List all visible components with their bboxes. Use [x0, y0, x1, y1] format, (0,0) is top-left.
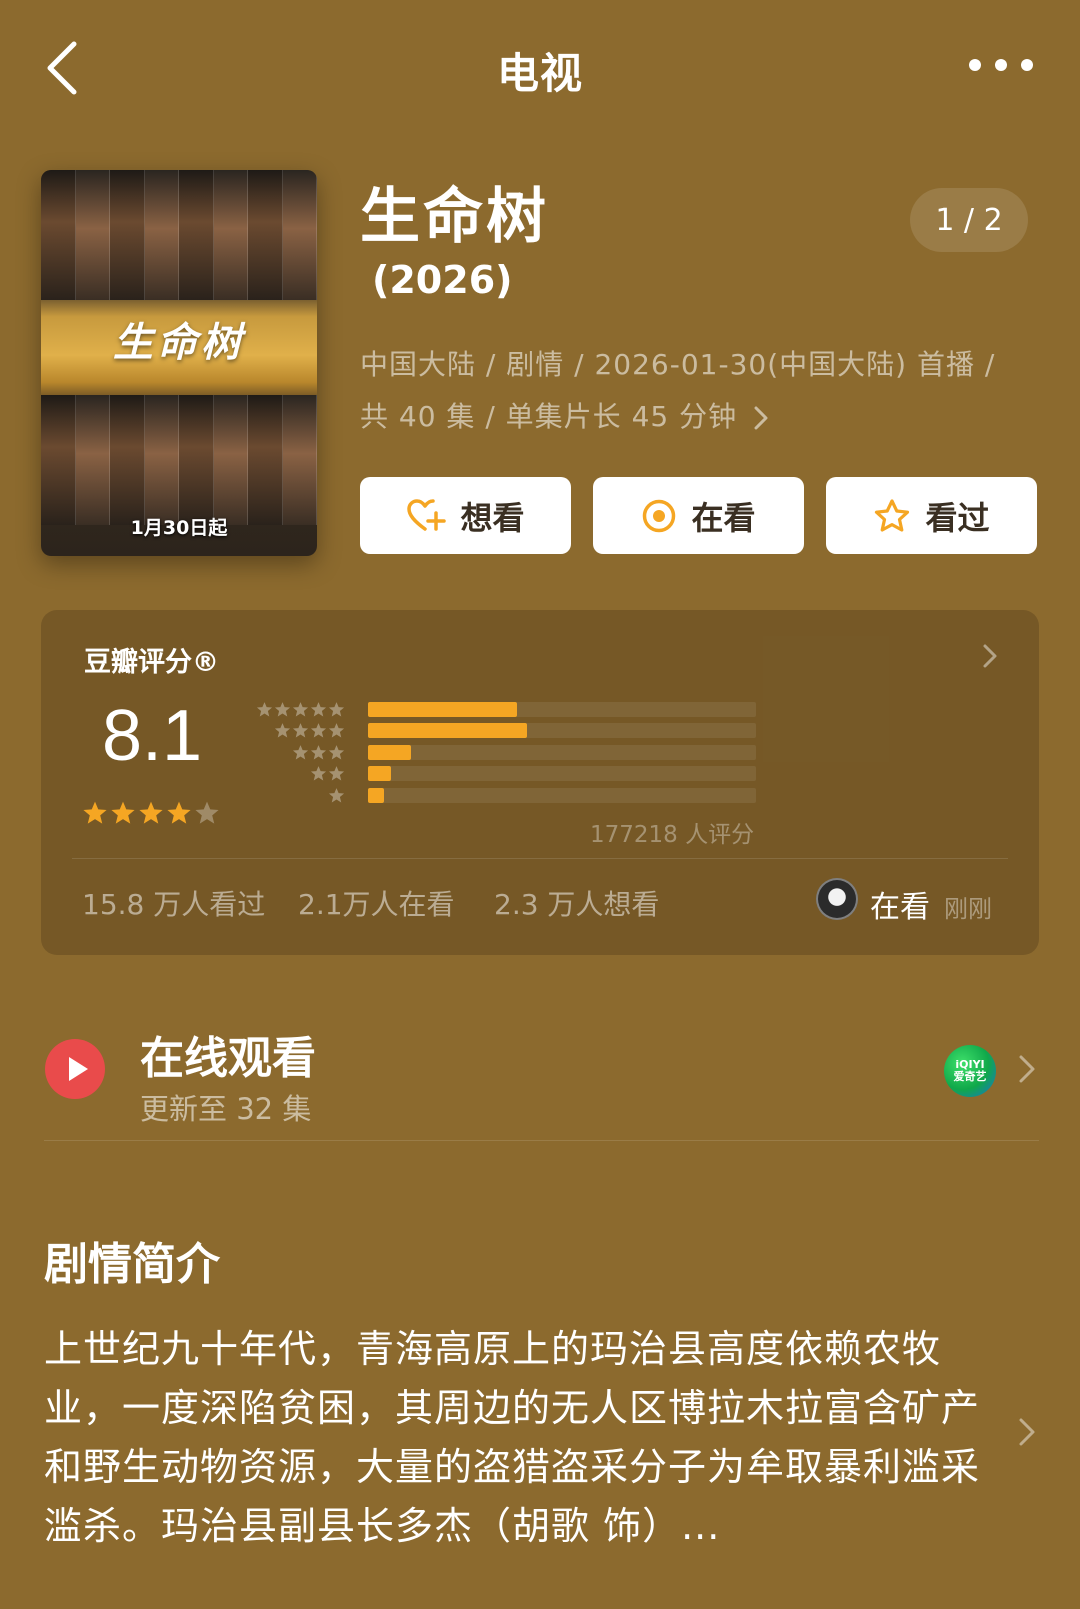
rating-stars	[82, 800, 220, 826]
small-star-icon	[310, 766, 327, 781]
small-star-icon	[310, 744, 327, 759]
stat-want[interactable]: 2.3 万人想看	[494, 883, 659, 923]
show-meta-line-1[interactable]: 中国大陆 / 剧情 / 2026-01-30(中国大陆) 首播 /	[360, 343, 995, 383]
rating-bar-row-4	[258, 722, 758, 740]
filled-star-icon	[83, 801, 107, 824]
small-star-icon	[328, 766, 345, 781]
section-divider	[44, 1140, 1039, 1141]
chevron-right-icon[interactable]	[982, 643, 998, 669]
friend-avatar[interactable]	[816, 878, 858, 920]
card-divider	[72, 858, 1008, 859]
watched-button[interactable]: 看过	[826, 477, 1037, 554]
show-year: (2026)	[372, 258, 513, 302]
poster-title: 生命树	[113, 319, 245, 366]
play-icon[interactable]	[44, 1038, 106, 1100]
rating-bar-track	[368, 787, 756, 803]
small-star-icon	[328, 723, 345, 738]
rating-bar-track	[368, 744, 756, 760]
stat-watched[interactable]: 15.8 万人看过	[82, 883, 265, 923]
filled-star-icon	[167, 801, 191, 824]
empty-star-icon	[195, 801, 219, 824]
bar-stars	[256, 701, 345, 718]
small-star-icon	[328, 787, 345, 802]
poster-pager-badge[interactable]: 1 / 2	[910, 188, 1028, 252]
rating-bar-track	[368, 766, 756, 781]
rating-bar-track	[368, 701, 756, 717]
poster-cast-top	[41, 170, 317, 300]
rating-score: 8.1	[102, 696, 203, 776]
friend-time: 刚刚	[944, 895, 992, 923]
bar-stars	[274, 722, 345, 739]
rating-bar-track	[368, 723, 756, 738]
small-star-icon	[292, 744, 309, 759]
rating-label: 豆瓣评分®	[84, 647, 219, 678]
filled-star-icon	[139, 801, 163, 824]
small-star-icon	[310, 723, 327, 738]
poster-date: 1月30日起	[130, 517, 228, 539]
want-to-watch-button[interactable]: 想看	[360, 477, 571, 554]
poster-cast-bottom	[41, 395, 317, 525]
bar-stars	[328, 787, 345, 804]
synopsis-text[interactable]: 上世纪九十年代，青海高原上的玛治县高度依赖农牧业，一度深陷贫困，其周边的无人区博…	[44, 1320, 994, 1556]
watched-label: 看过	[925, 498, 990, 537]
heart-plus-icon	[407, 498, 447, 531]
iqiyi-logo-cn: 爱奇艺	[953, 1070, 987, 1083]
synopsis-heading: 剧情简介	[44, 1239, 220, 1290]
show-meta-line-2[interactable]: 共 40 集 / 单集片长 45 分钟	[360, 395, 769, 435]
small-star-icon	[328, 744, 345, 759]
rating-bar-row-5	[256, 700, 758, 718]
rating-bar-fill	[368, 744, 411, 760]
rating-bar-fill	[368, 701, 518, 717]
want-to-watch-label: 想看	[460, 498, 525, 537]
rating-bar-row-1	[258, 786, 758, 804]
chevron-right-icon[interactable]	[1018, 1417, 1036, 1447]
rating-bar-fill	[368, 787, 384, 803]
show-poster[interactable]: 生命树 1月30日起	[41, 170, 317, 556]
small-star-icon	[256, 701, 273, 716]
chevron-right-icon	[754, 406, 768, 430]
rating-bar-row-3	[258, 743, 758, 761]
vote-count: 177218 人评分	[590, 822, 755, 848]
iqiyi-logo-icon[interactable]: iQIYI 爱奇艺	[944, 1045, 996, 1097]
rating-bar-fill	[368, 766, 392, 781]
star-outline-icon	[875, 498, 910, 532]
friend-status: 在看	[870, 890, 930, 925]
watch-online-subtitle: 更新至 32 集	[140, 1092, 312, 1126]
watching-button[interactable]: 在看	[593, 477, 804, 554]
small-star-icon	[310, 701, 327, 716]
filled-star-icon	[111, 801, 135, 824]
small-star-icon	[292, 723, 309, 738]
watch-online-title[interactable]: 在线观看	[140, 1022, 316, 1086]
rating-bar-row-2	[258, 765, 758, 783]
rating-bar-fill	[368, 723, 528, 738]
show-title: 生命树	[360, 182, 549, 252]
small-star-icon	[274, 723, 291, 738]
show-meta-text: 共 40 集 / 单集片长 45 分钟	[360, 400, 738, 433]
chevron-right-icon[interactable]	[1018, 1054, 1036, 1084]
more-horizontal-icon[interactable]	[965, 50, 1037, 80]
stat-watching[interactable]: 2.1万人在看	[298, 883, 455, 923]
target-circle-icon	[643, 499, 676, 532]
small-star-icon	[292, 701, 309, 716]
page-title: 电视	[496, 49, 583, 98]
watching-label: 在看	[691, 498, 756, 537]
bar-stars	[310, 765, 345, 782]
small-star-icon	[328, 701, 345, 716]
small-star-icon	[274, 701, 291, 716]
bar-stars	[292, 744, 345, 761]
